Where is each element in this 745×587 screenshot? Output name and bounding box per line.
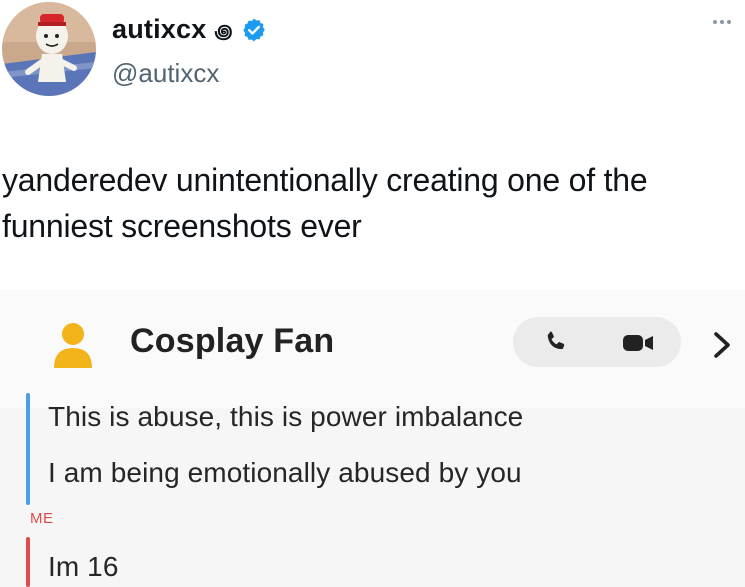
chat-header: Cosplay Fan: [0, 290, 745, 408]
received-message-bar: [26, 393, 30, 505]
display-name[interactable]: autixcx: [112, 14, 206, 45]
bitmoji-avatar-icon: [54, 323, 92, 368]
sent-message: Im 16: [48, 551, 119, 582]
avatar-illustration: [2, 2, 96, 96]
sender-label-me: ME: [30, 510, 54, 527]
call-actions: [513, 317, 681, 367]
sent-message-bar: [26, 537, 30, 587]
verified-badge-icon: [242, 18, 265, 41]
attached-screenshot[interactable]: Cosplay Fan This is abuse, this is power…: [0, 290, 745, 587]
name-glyph: ꩜: [214, 21, 233, 43]
chevron-right-icon[interactable]: [711, 330, 733, 360]
more-dot: [720, 20, 724, 24]
more-horizontal-icon[interactable]: [713, 20, 731, 24]
more-dot: [713, 20, 717, 24]
video-camera-icon[interactable]: [621, 332, 655, 354]
author-name-row[interactable]: autixcx ꩜: [112, 14, 267, 45]
received-message: This is abuse, this is power imbalance: [48, 401, 524, 432]
profile-avatar[interactable]: [2, 2, 96, 96]
contact-name: Cosplay Fan: [130, 322, 335, 360]
phone-icon[interactable]: [543, 329, 569, 355]
received-message: I am being emotionally abused by you: [48, 457, 522, 488]
post-header: autixcx ꩜ @autixcx: [0, 0, 745, 110]
more-dot: [727, 20, 731, 24]
user-handle[interactable]: @autixcx: [112, 58, 219, 89]
post-text: yanderedev unintentionally creating one …: [2, 162, 648, 244]
